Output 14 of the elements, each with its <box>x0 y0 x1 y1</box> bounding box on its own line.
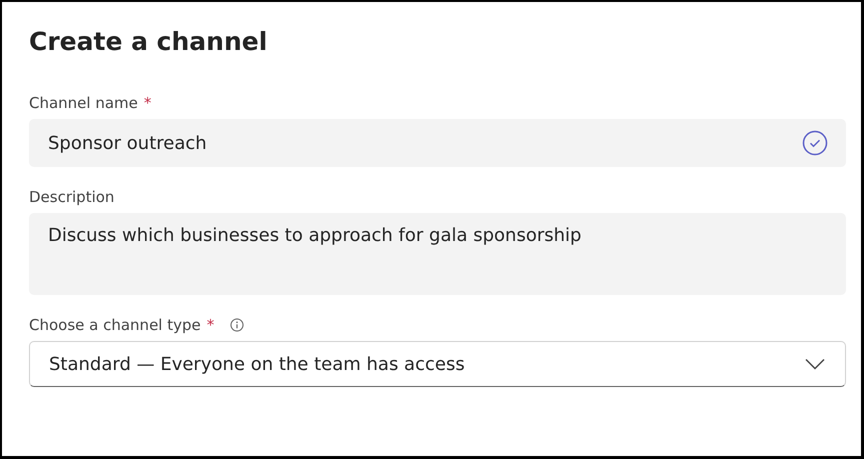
field-label: Choose a channel type <box>29 316 201 334</box>
required-mark: * <box>206 316 214 334</box>
channel-type-dropdown[interactable]: Standard — Everyone on the team has access <box>29 341 846 387</box>
channel-name-field[interactable]: Sponsor outreach <box>29 119 846 167</box>
field-value: Discuss which businesses to approach for gala sponsorship <box>48 225 582 246</box>
dialog-title: Create a channel <box>29 26 268 58</box>
info-icon[interactable] <box>230 318 244 332</box>
field-label: Description <box>29 188 114 206</box>
field-value: Sponsor outreach <box>48 132 207 154</box>
field-label: Channel name <box>29 94 138 112</box>
required-mark: * <box>144 94 152 112</box>
chevron-down-icon <box>805 358 825 370</box>
dropdown-value: Standard — Everyone on the team has access <box>49 354 465 374</box>
description-field[interactable]: Discuss which businesses to approach for gala sponsorship <box>29 213 846 295</box>
